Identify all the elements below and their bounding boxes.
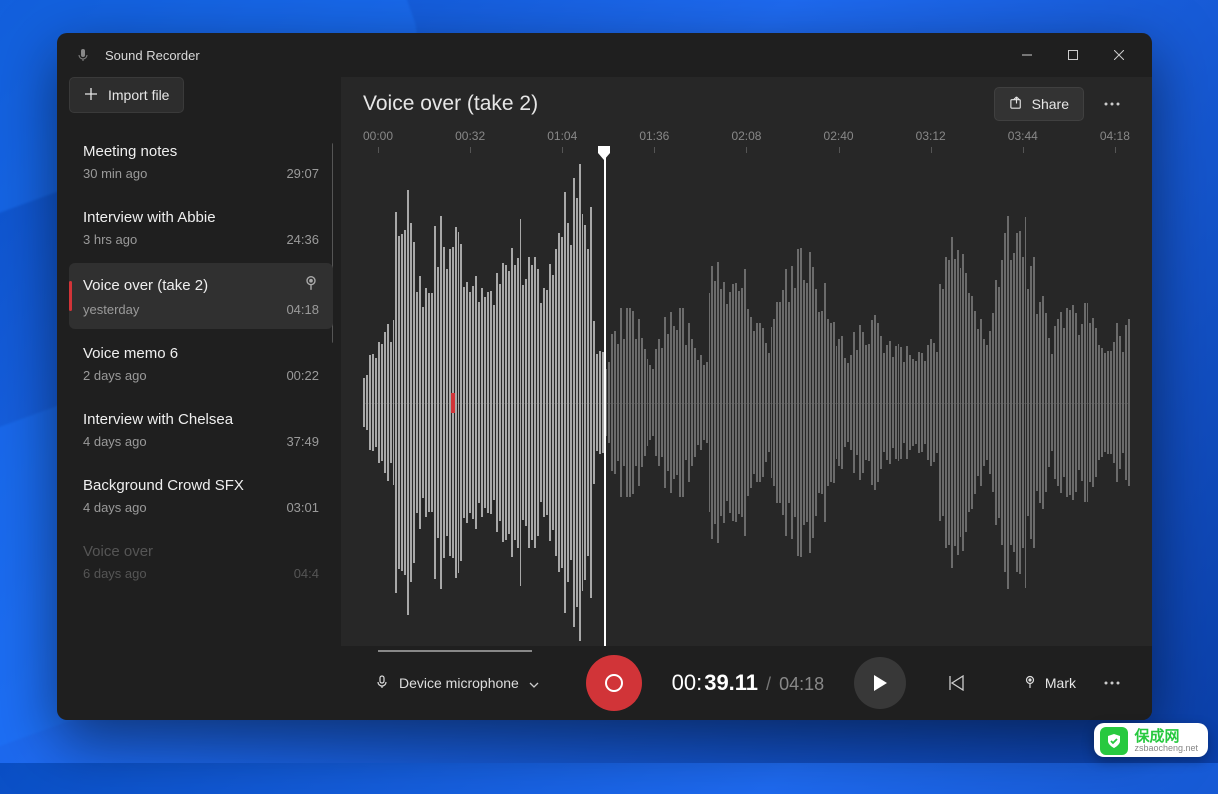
play-button[interactable] [854, 657, 906, 709]
recordings-list: Meeting notes 30 min ago 29:07 Interview wi… [69, 131, 333, 720]
mark-label: Mark [1045, 675, 1076, 691]
recording-duration: 29:07 [286, 166, 319, 181]
ruler-tick: 00:00 [363, 129, 393, 159]
main-header: Voice over (take 2) Share [341, 77, 1152, 127]
waveform-area[interactable] [363, 159, 1130, 646]
share-icon [1009, 95, 1024, 113]
app-icon [75, 47, 91, 63]
recording-title: Voice over (take 2) [363, 92, 984, 116]
mark-button[interactable]: Mark [1011, 665, 1088, 701]
microphone-icon [375, 675, 389, 692]
marker-indicator[interactable] [451, 393, 455, 413]
recording-item[interactable]: Interview with Abbie 3 hrs ago 24:36 [69, 197, 333, 259]
ruler-tick: 04:18 [1100, 129, 1130, 159]
waveform [363, 159, 1130, 646]
recording-subtitle: 3 hrs ago [83, 232, 137, 247]
play-icon [872, 674, 888, 692]
recording-item[interactable]: Voice memo 6 2 days ago 00:22 [69, 333, 333, 395]
recording-duration: 24:36 [286, 232, 319, 247]
recording-subtitle: 2 days ago [83, 368, 147, 383]
recording-title: Voice over [83, 543, 153, 560]
ruler-tick: 03:12 [916, 129, 946, 159]
recording-subtitle: 4 days ago [83, 434, 147, 449]
recording-title: Meeting notes [83, 143, 177, 160]
timeline-ruler[interactable]: 00:00 00:32 01:04 01:36 02:08 02:40 03:12 03:44… [341, 127, 1152, 159]
recording-title: Voice over (take 2) [83, 277, 208, 294]
app-window: Sound Recorder Import file Meeting notes… [57, 33, 1152, 720]
recording-duration: 04:4 [294, 566, 319, 581]
recording-title: Background Crowd SFX [83, 477, 244, 494]
plus-icon [84, 87, 98, 104]
import-file-button[interactable]: Import file [69, 77, 184, 113]
ruler-tick: 02:40 [824, 129, 854, 159]
skip-back-button[interactable] [936, 663, 976, 703]
recording-item[interactable]: Background Crowd SFX 4 days ago 03:01 [69, 465, 333, 527]
ellipsis-icon [1104, 681, 1120, 685]
recording-duration: 00:22 [286, 368, 319, 383]
share-label: Share [1032, 96, 1069, 112]
recording-title: Interview with Abbie [83, 209, 216, 226]
marker-icon [303, 275, 319, 296]
device-label: Device microphone [399, 675, 519, 691]
recording-duration: 03:01 [286, 500, 319, 515]
playhead-line[interactable] [604, 147, 606, 646]
more-options-button[interactable] [1094, 87, 1130, 121]
footer-more-button[interactable] [1094, 666, 1130, 700]
import-label: Import file [108, 87, 169, 103]
main-panel: Voice over (take 2) Share 00:00 00:32 01:0… [341, 77, 1152, 720]
footer: Device microphone 00:39.11 / 04:18 [341, 646, 1152, 720]
marker-icon [1023, 675, 1037, 692]
record-icon [605, 674, 623, 692]
titlebar: Sound Recorder [57, 33, 1152, 77]
sidebar: Import file Meeting notes 30 min ago 29:07… [57, 77, 341, 720]
watermark-url: zsbaocheng.net [1134, 744, 1198, 753]
ruler-tick: 00:32 [455, 129, 485, 159]
app-title: Sound Recorder [105, 48, 1004, 63]
ruler-tick: 02:08 [731, 129, 761, 159]
recording-duration: 37:49 [286, 434, 319, 449]
input-device-selector[interactable]: Device microphone [363, 665, 551, 701]
maximize-button[interactable] [1050, 39, 1096, 71]
recording-subtitle: 4 days ago [83, 500, 147, 515]
watermark: 保成网 zsbaocheng.net [1094, 723, 1208, 757]
recording-item[interactable]: Voice over (take 2) yesterday 04:18 [69, 263, 333, 329]
recording-subtitle: yesterday [83, 302, 139, 317]
time-display: 00:39.11 / 04:18 [672, 670, 825, 696]
share-button[interactable]: Share [994, 87, 1084, 121]
watermark-icon [1100, 727, 1128, 755]
watermark-title: 保成网 [1134, 729, 1198, 744]
ruler-tick: 03:44 [1008, 129, 1038, 159]
minimize-button[interactable] [1004, 39, 1050, 71]
recording-duration: 04:18 [286, 302, 319, 317]
recording-title: Interview with Chelsea [83, 411, 233, 428]
recording-item[interactable]: Meeting notes 30 min ago 29:07 [69, 131, 333, 193]
record-button[interactable] [586, 655, 642, 711]
ruler-tick: 01:36 [639, 129, 669, 159]
recording-subtitle: 30 min ago [83, 166, 147, 181]
recording-item[interactable]: Interview with Chelsea 4 days ago 37:49 [69, 399, 333, 461]
close-button[interactable] [1096, 39, 1142, 71]
recording-item[interactable]: Voice over 6 days ago 04:4 [69, 531, 333, 593]
recording-subtitle: 6 days ago [83, 566, 147, 581]
ruler-tick: 01:04 [547, 129, 577, 159]
zoom-range-bar[interactable] [378, 650, 531, 652]
skip-back-icon [947, 675, 965, 691]
recording-title: Voice memo 6 [83, 345, 178, 362]
chevron-down-icon [529, 675, 539, 691]
ellipsis-icon [1104, 102, 1120, 106]
